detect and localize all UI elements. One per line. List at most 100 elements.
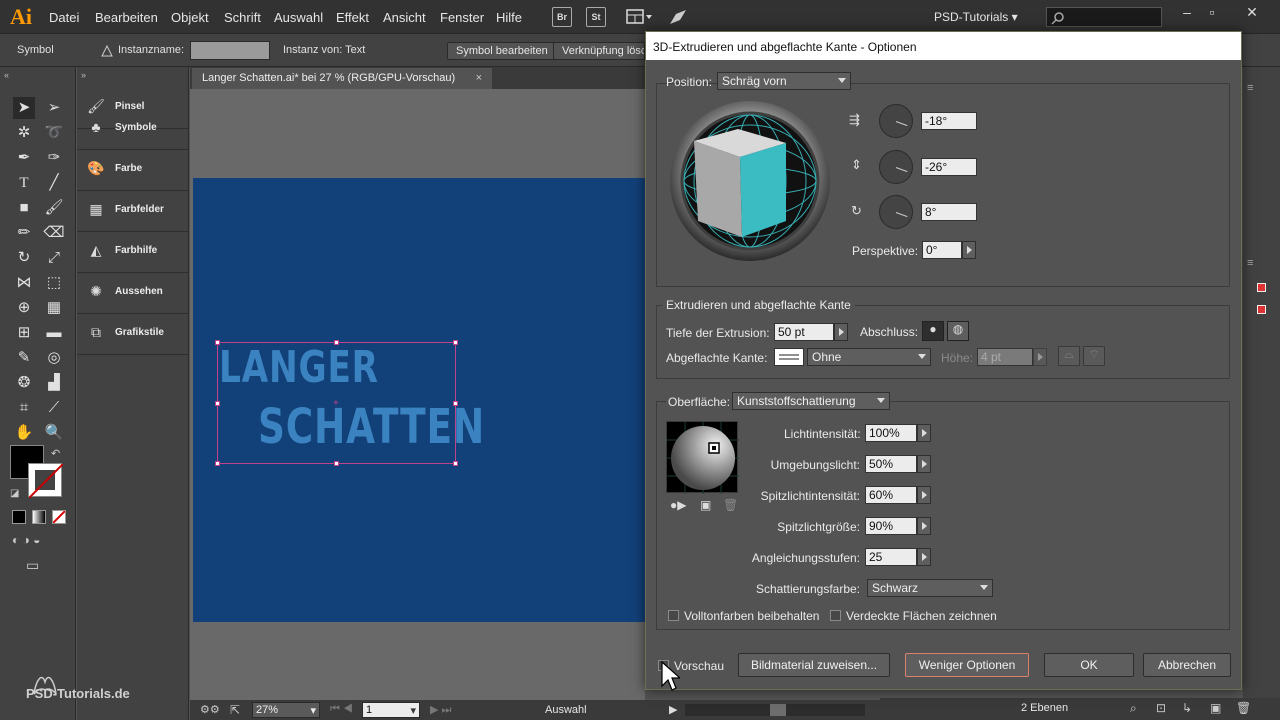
rotate-z-knob[interactable]: [879, 195, 913, 229]
menu-bearbeiten[interactable]: Bearbeiten: [95, 10, 158, 25]
artboard-number-field[interactable]: 1 ▾: [362, 702, 420, 718]
panel-color[interactable]: 🎨 Farbe: [77, 150, 189, 191]
gpu-performance-icon[interactable]: [668, 8, 688, 26]
bridge-button[interactable]: Br: [552, 7, 572, 27]
edit-symbol-button[interactable]: Symbol bearbeiten: [447, 42, 557, 60]
cancel-button[interactable]: Abbrechen: [1143, 653, 1231, 677]
clipping-mask-icon[interactable]: ⊡: [1156, 701, 1166, 715]
arrange-documents-icon[interactable]: [626, 8, 654, 26]
height-slider-arrow[interactable]: [1033, 348, 1047, 366]
bevel-in-icon[interactable]: ⌔: [1083, 346, 1105, 366]
pen-tool-icon[interactable]: ✒: [13, 147, 35, 169]
blend-steps-arrow[interactable]: [917, 548, 931, 566]
paintbrush-tool-icon[interactable]: 🖌: [43, 197, 65, 219]
bevel-dropdown[interactable]: Ohne: [807, 348, 931, 366]
export-icon[interactable]: ⇱: [230, 703, 240, 717]
direct-selection-tool-icon[interactable]: ➢: [43, 97, 65, 119]
default-colors-icon[interactable]: ◪: [10, 488, 19, 499]
panel-appearance[interactable]: ✺ Aussehen: [77, 273, 189, 314]
search-input[interactable]: [1046, 7, 1162, 27]
draw-hidden-checkbox[interactable]: [830, 610, 841, 621]
gpu-icon[interactable]: ⚙⚙: [200, 703, 220, 717]
depth-field[interactable]: 50 pt: [774, 323, 834, 341]
symbol-sprayer-tool-icon[interactable]: ❂: [13, 372, 35, 394]
type-tool-icon[interactable]: T: [13, 172, 35, 194]
menu-datei[interactable]: Datei: [49, 10, 79, 25]
hand-tool-icon[interactable]: ✋: [13, 422, 35, 444]
stroke-color-swatch[interactable]: [28, 463, 64, 499]
light-intensity-arrow[interactable]: [917, 424, 931, 442]
document-tab[interactable]: Langer Schatten.ai* bei 27 % (RGB/GPU-Vo…: [192, 68, 492, 89]
none-mode-icon[interactable]: [52, 510, 66, 524]
scrollbar-thumb[interactable]: [770, 704, 786, 716]
zoom-tool-icon[interactable]: 🔍: [43, 422, 65, 444]
resize-handle[interactable]: [215, 461, 220, 466]
rectangle-tool-icon[interactable]: ■: [13, 197, 35, 219]
artboard-nav-first-icon[interactable]: ⏮ ◀: [330, 703, 353, 716]
lasso-tool-icon[interactable]: ➰: [43, 122, 65, 144]
gradient-tool-icon[interactable]: ▬: [43, 322, 65, 344]
highlight-size-field[interactable]: 90%: [865, 517, 917, 535]
zoom-dropdown[interactable]: 27% ▾: [252, 702, 320, 718]
panel-graphic-styles[interactable]: ⧉ Grafikstile: [77, 314, 189, 355]
fewer-options-button[interactable]: Weniger Optionen: [905, 653, 1029, 677]
menu-objekt[interactable]: Objekt: [171, 10, 209, 25]
delete-layer-icon[interactable]: 🗑: [1236, 701, 1251, 715]
new-sublayer-icon[interactable]: ↳: [1182, 701, 1192, 715]
collapse-panel-icon[interactable]: «: [4, 70, 9, 80]
panel-menu-icon[interactable]: ≡: [1247, 257, 1253, 269]
rotate-y-knob[interactable]: [879, 150, 913, 184]
magic-wand-tool-icon[interactable]: ✲: [13, 122, 35, 144]
panel-menu-icon[interactable]: ≡: [1247, 82, 1253, 94]
artboard-tool-icon[interactable]: ⌗: [13, 397, 35, 419]
preserve-spot-checkbox[interactable]: [668, 610, 679, 621]
swap-colors-icon[interactable]: ↶: [51, 447, 60, 460]
mesh-tool-icon[interactable]: ⊞: [13, 322, 35, 344]
eraser-tool-icon[interactable]: ⌫: [43, 222, 65, 244]
perspective-grid-tool-icon[interactable]: ▦: [43, 297, 65, 319]
screen-mode-icon[interactable]: ▭: [26, 557, 39, 574]
rotate-tool-icon[interactable]: ↻: [13, 247, 35, 269]
scale-tool-icon[interactable]: ⤢: [43, 247, 65, 269]
resize-handle[interactable]: [215, 401, 220, 406]
pencil-tool-icon[interactable]: ✏: [13, 222, 35, 244]
menu-hilfe[interactable]: Hilfe: [496, 10, 522, 25]
menu-fenster[interactable]: Fenster: [440, 10, 484, 25]
slice-tool-icon[interactable]: ⟋: [43, 397, 65, 419]
column-graph-tool-icon[interactable]: ▟: [43, 372, 65, 394]
cap-on-icon[interactable]: ●: [922, 321, 944, 341]
eyedropper-tool-icon[interactable]: ✎: [13, 347, 35, 369]
blend-tool-icon[interactable]: ◎: [43, 347, 65, 369]
instance-name-input[interactable]: [190, 41, 270, 60]
resize-handle[interactable]: [215, 340, 220, 345]
workspace-switcher[interactable]: PSD-Tutorials ▾: [934, 10, 1018, 24]
color-mode-icon[interactable]: [12, 510, 26, 524]
highlight-size-arrow[interactable]: [917, 517, 931, 535]
rotate-x-field[interactable]: -18°: [921, 112, 977, 130]
cap-off-icon[interactable]: ◍: [947, 321, 969, 341]
locate-object-icon[interactable]: ⌕: [1130, 701, 1137, 716]
selection-bounding-box[interactable]: +: [215, 340, 458, 466]
line-tool-icon[interactable]: ╱: [43, 172, 65, 194]
resize-handle[interactable]: [453, 461, 458, 466]
blend-steps-field[interactable]: 25: [865, 548, 917, 566]
perspective-slider-arrow[interactable]: [962, 241, 976, 259]
rotate-z-field[interactable]: 8°: [921, 203, 977, 221]
panel-swatches[interactable]: ▦ Farbfelder: [77, 191, 189, 232]
resize-handle[interactable]: [453, 401, 458, 406]
panel-symbols[interactable]: ♣ Symbole: [77, 109, 189, 150]
resize-handle[interactable]: [334, 461, 339, 466]
shading-color-dropdown[interactable]: Schwarz: [867, 579, 993, 597]
resize-handle[interactable]: [334, 340, 339, 345]
ambient-light-field[interactable]: 50%: [865, 455, 917, 473]
perspective-field[interactable]: 0°: [922, 241, 962, 259]
free-transform-tool-icon[interactable]: ⬚: [43, 272, 65, 294]
horizontal-scrollbar[interactable]: [685, 704, 865, 716]
artboard-nav-last-icon[interactable]: ▶ ⏭: [430, 703, 451, 717]
height-field-disabled[interactable]: 4 pt: [977, 348, 1033, 366]
selection-tool-icon[interactable]: ➤: [13, 97, 35, 119]
depth-slider-arrow[interactable]: [834, 323, 848, 341]
stock-button[interactable]: St: [586, 7, 606, 27]
curvature-tool-icon[interactable]: ✑: [43, 147, 65, 169]
menu-auswahl[interactable]: Auswahl: [274, 10, 323, 25]
